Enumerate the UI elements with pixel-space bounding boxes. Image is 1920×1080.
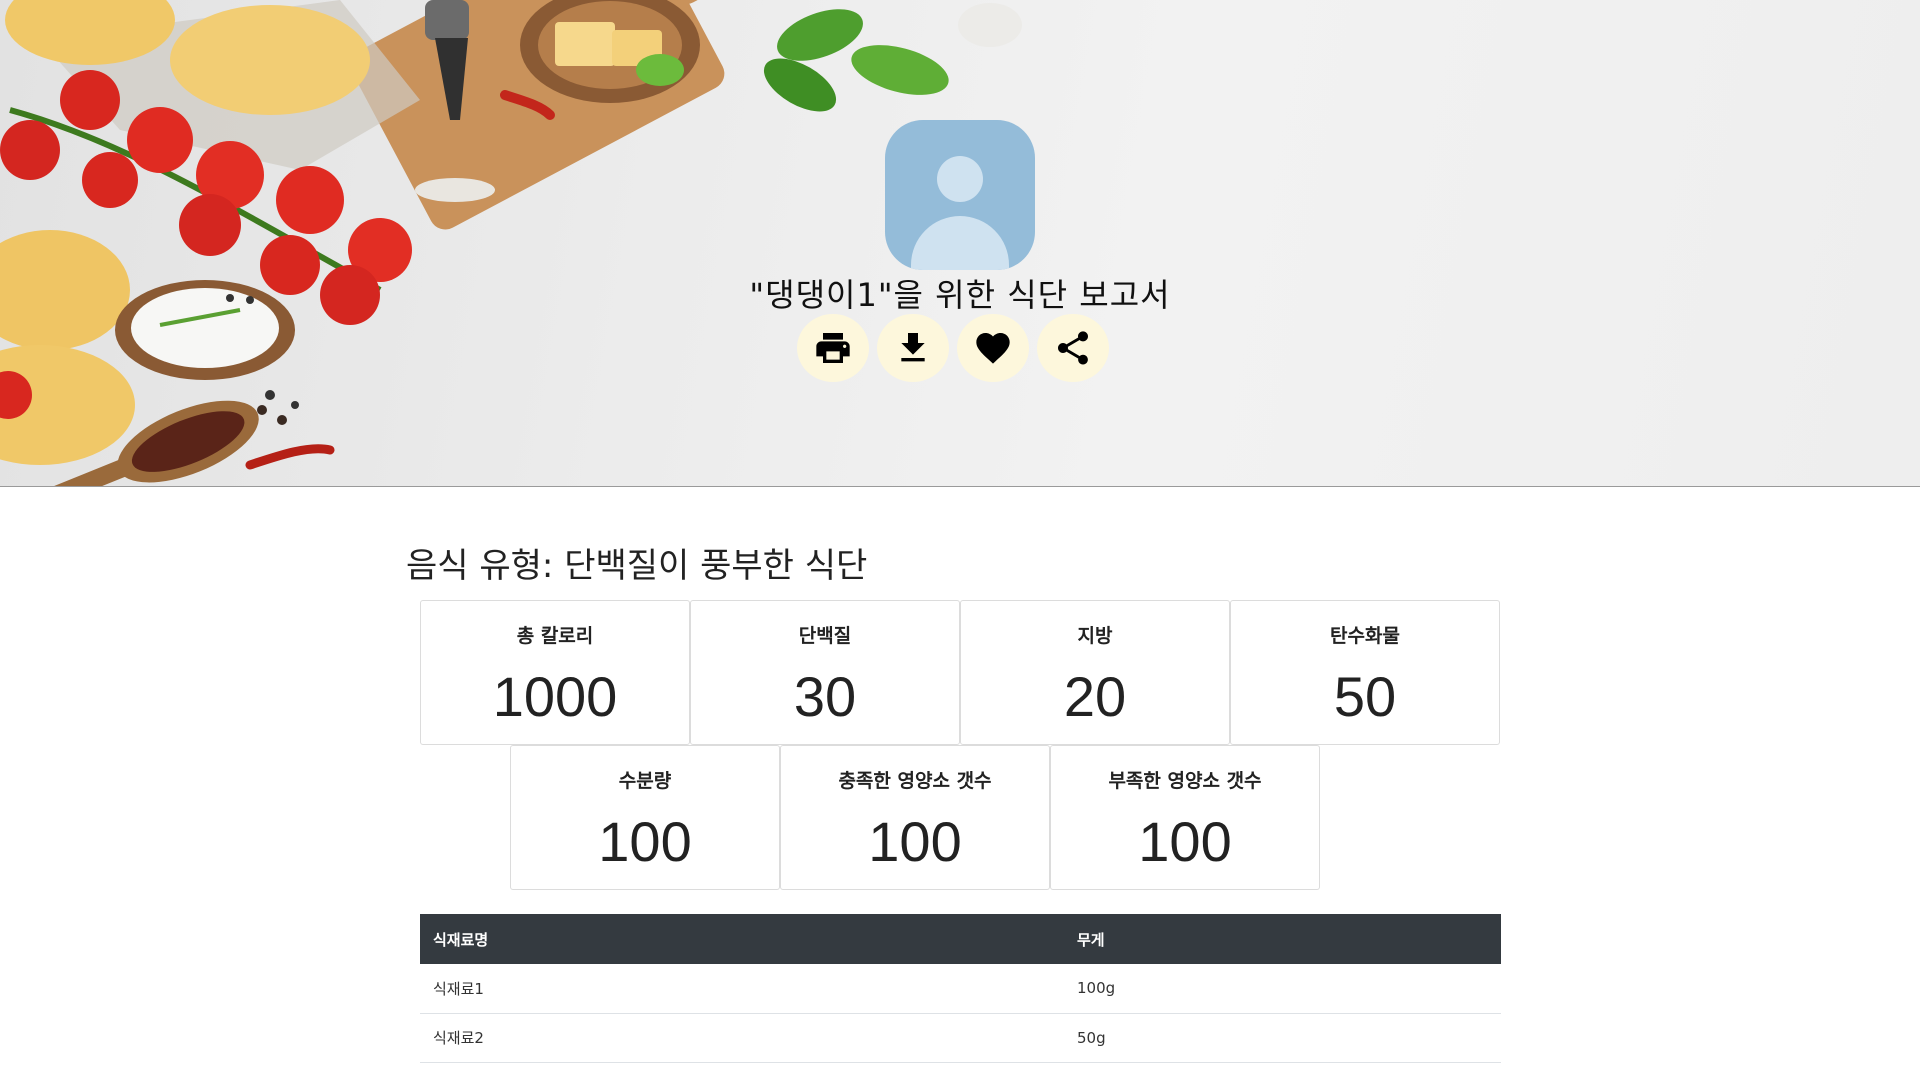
stat-card-fat: 지방 20 [960, 600, 1230, 745]
table-row: 식재료1 100g [420, 964, 1501, 1014]
ingredient-weight-cell: 50g [1064, 1013, 1501, 1063]
action-toolbar [797, 314, 1109, 382]
stat-value: 100 [868, 810, 962, 873]
column-header-ingredient: 식재료명 [420, 914, 1064, 964]
food-type-heading: 음식 유형: 단백질이 풍부한 식단 [406, 546, 868, 586]
avatar-body-shape [911, 216, 1009, 270]
column-header-weight: 무게 [1064, 914, 1501, 964]
print-button[interactable] [797, 314, 869, 382]
download-button[interactable] [877, 314, 949, 382]
stat-label: 수분량 [618, 770, 672, 792]
stat-card-lacking-nutrients: 부족한 영양소 갯수 100 [1050, 745, 1320, 890]
stat-card-protein: 단백질 30 [690, 600, 960, 745]
stat-value: 1000 [492, 665, 618, 728]
stat-value: 50 [1333, 665, 1397, 728]
share-icon [1058, 331, 1088, 365]
stat-card-calories: 총 칼로리 1000 [420, 600, 690, 745]
ingredient-name-cell: 식재료1 [420, 964, 1064, 1014]
stat-label: 탄수화물 [1330, 625, 1400, 647]
avatar-head-shape [937, 156, 983, 202]
stat-value: 100 [598, 810, 692, 873]
stat-value: 30 [793, 665, 857, 728]
table-header-row: 식재료명 무게 [420, 914, 1501, 964]
heart-icon [976, 333, 1010, 364]
stat-value: 100 [1138, 810, 1232, 873]
stat-label: 총 칼로리 [516, 625, 594, 647]
stat-card-met-nutrients: 충족한 영양소 갯수 100 [780, 745, 1050, 890]
stat-label: 충족한 영양소 갯수 [838, 770, 992, 792]
download-icon [901, 333, 925, 362]
ingredients-table: 식재료명 무게 식재료1 100g 식재료2 50g [420, 914, 1501, 1063]
ingredient-name-cell: 식재료2 [420, 1013, 1064, 1063]
print-icon [816, 333, 850, 363]
share-button[interactable] [1037, 314, 1109, 382]
stat-label: 단백질 [798, 625, 852, 647]
report-title: "댕댕이1"을 위한 식단 보고서 [749, 276, 1171, 314]
stat-card-water: 수분량 100 [510, 745, 780, 890]
table-row: 식재료2 50g [420, 1013, 1501, 1063]
hero-banner: "댕댕이1"을 위한 식단 보고서 [0, 0, 1920, 487]
stat-label: 지방 [1077, 625, 1113, 647]
favorite-button[interactable] [957, 314, 1029, 382]
ingredient-weight-cell: 100g [1064, 964, 1501, 1014]
stat-label: 부족한 영양소 갯수 [1108, 770, 1262, 792]
profile-avatar [885, 120, 1035, 270]
stat-card-carbs: 탄수화물 50 [1230, 600, 1500, 745]
stat-value: 20 [1063, 665, 1127, 728]
